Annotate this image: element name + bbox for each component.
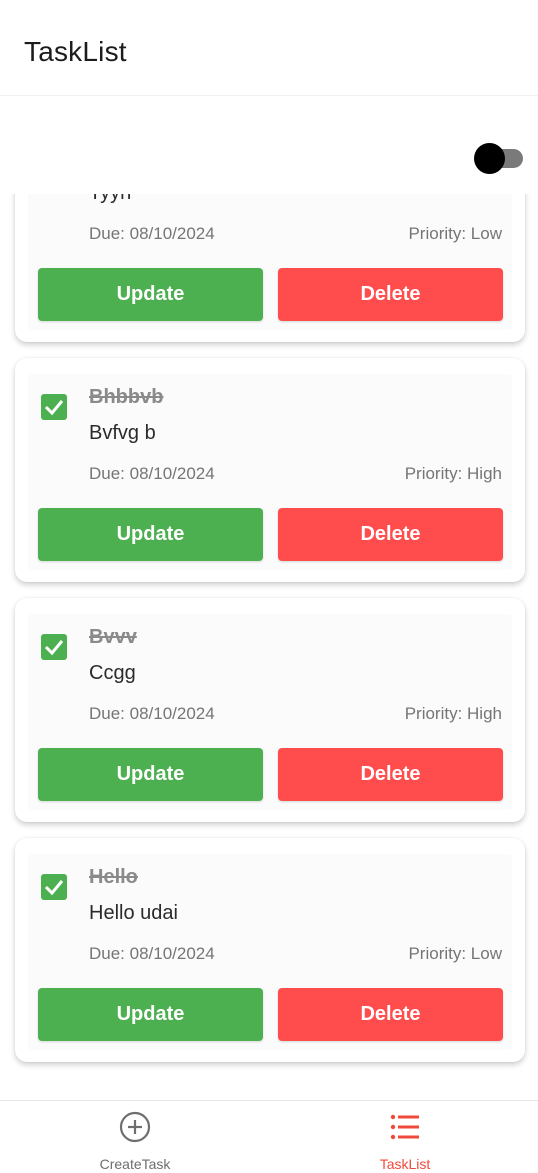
task-description: Tyyh <box>89 194 131 205</box>
tab-create-task-label: CreateTask <box>99 1156 171 1172</box>
task-card: Hello Hello udai Due: 08/10/2024 Priorit… <box>15 838 525 1062</box>
task-card: Bhbbvb Bvfvg b Due: 08/10/2024 Priority:… <box>15 358 525 582</box>
task-due-date: Due: 08/10/2024 <box>89 704 215 723</box>
list-icon <box>390 1114 419 1140</box>
check-icon <box>44 400 64 416</box>
check-icon <box>44 880 64 896</box>
task-description: Bvfvg b <box>89 422 156 444</box>
task-description: Ccgg <box>89 662 136 684</box>
task-priority: Priority: Low <box>408 224 502 243</box>
bottom-nav: CreateTask TaskList <box>0 1100 538 1173</box>
update-button[interactable]: Update <box>38 748 263 801</box>
tab-task-list[interactable]: TaskList <box>305 1101 505 1173</box>
app: TaskList Tyyh Due: 08/10/2024 Priority: … <box>0 0 538 1173</box>
check-icon <box>44 640 64 656</box>
task-priority: Priority: High <box>404 704 502 723</box>
task-due-date: Due: 08/10/2024 <box>89 464 215 483</box>
update-button[interactable]: Update <box>38 268 263 321</box>
theme-toggle-thumb[interactable] <box>474 143 505 174</box>
task-card-body: Bhbbvb Bvfvg b Due: 08/10/2024 Priority:… <box>28 374 512 570</box>
task-complete-checkbox[interactable] <box>41 874 67 900</box>
update-button[interactable]: Update <box>38 508 263 561</box>
task-description: Hello udai <box>89 902 178 924</box>
page-title: TaskList <box>24 36 127 67</box>
delete-button[interactable]: Delete <box>278 508 503 561</box>
tab-task-list-label: TaskList <box>379 1156 431 1172</box>
task-priority: Priority: High <box>404 464 502 483</box>
app-header: TaskList <box>0 0 538 96</box>
task-card: Bvvv Ccgg Due: 08/10/2024 Priority: High… <box>15 598 525 822</box>
task-priority: Priority: Low <box>408 944 502 963</box>
task-card-body: Bvvv Ccgg Due: 08/10/2024 Priority: High… <box>28 614 512 810</box>
tab-create-task[interactable]: CreateTask <box>35 1101 235 1173</box>
delete-button[interactable]: Delete <box>278 268 503 321</box>
task-card-body: Tyyh Due: 08/10/2024 Priority: Low Updat… <box>28 194 512 330</box>
delete-button[interactable]: Delete <box>278 988 503 1041</box>
task-card-body: Hello Hello udai Due: 08/10/2024 Priorit… <box>28 854 512 1050</box>
plus-circle-icon <box>119 1111 151 1143</box>
task-complete-checkbox[interactable] <box>41 634 67 660</box>
task-card: Tyyh Due: 08/10/2024 Priority: Low Updat… <box>15 194 525 342</box>
task-due-date: Due: 08/10/2024 <box>89 944 215 963</box>
task-due-date: Due: 08/10/2024 <box>89 224 215 243</box>
update-button[interactable]: Update <box>38 988 263 1041</box>
task-list[interactable]: Tyyh Due: 08/10/2024 Priority: Low Updat… <box>0 194 538 1100</box>
task-title: Bvvv <box>89 626 137 648</box>
toggle-area <box>0 97 538 194</box>
task-complete-checkbox[interactable] <box>41 394 67 420</box>
task-title: Bhbbvb <box>89 386 164 408</box>
delete-button[interactable]: Delete <box>278 748 503 801</box>
task-title: Hello <box>89 866 138 888</box>
